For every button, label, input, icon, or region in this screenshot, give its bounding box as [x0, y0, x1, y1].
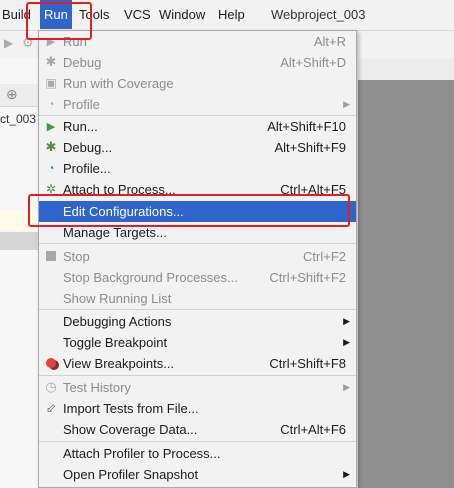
menu-item-debug[interactable]: ✱ Debug... Alt+Shift+F9: [39, 137, 356, 158]
menu-item-label: Attach Profiler to Process...: [63, 446, 221, 461]
import-icon: ⬃: [45, 401, 57, 415]
menu-window[interactable]: Window: [159, 0, 205, 29]
menu-item-run-with-coverage[interactable]: ▣ Run with Coverage: [39, 73, 356, 94]
menu-separator: [39, 375, 356, 376]
menu-item-shortcut: Alt+Shift+D: [280, 55, 346, 70]
menu-item-label: Show Coverage Data...: [63, 422, 198, 437]
menu-item-label: Show Running List: [63, 291, 172, 306]
run-icon: ▶: [46, 120, 56, 133]
menu-item-debug[interactable]: ✱ Debug Alt+Shift+D: [39, 52, 356, 73]
submenu-arrow-icon: ▶: [343, 316, 350, 326]
submenu-arrow-icon: ▶: [343, 99, 350, 109]
menu-item-label: Stop Background Processes...: [63, 270, 238, 285]
project-tree-selection: [0, 232, 40, 250]
menu-vcs[interactable]: VCS: [124, 0, 151, 29]
submenu-arrow-icon: ▶: [343, 469, 350, 479]
debug-icon: ✱: [45, 139, 57, 154]
profile-icon: ◔: [47, 97, 55, 111]
menu-item-stop[interactable]: Stop Ctrl+F2: [39, 246, 356, 267]
menu-item-label: Stop: [63, 249, 90, 264]
run-toolbar-icon[interactable]: ▶: [4, 36, 13, 50]
menu-item-run[interactable]: ▶ Run... Alt+Shift+F10: [39, 116, 356, 137]
run-menu-dropdown: ▶ Run Alt+R ✱ Debug Alt+Shift+D ▣ Run with Cove…: [38, 30, 357, 488]
menu-item-shortcut: Ctrl+F2: [303, 249, 346, 264]
menu-item-debugging-actions[interactable]: Debugging Actions ▶: [39, 311, 356, 332]
stop-icon: [43, 248, 59, 264]
menu-separator: [39, 243, 356, 244]
menu-separator: [39, 309, 356, 310]
menu-item-shortcut: Alt+Shift+F10: [267, 119, 346, 134]
coverage-icon: ▣: [45, 76, 57, 90]
menu-item-stop-background-processes[interactable]: Stop Background Processes... Ctrl+Shift+F…: [39, 267, 356, 288]
breakpoints-icon: [43, 355, 59, 371]
menu-item-shortcut: Ctrl+Shift+F2: [269, 270, 346, 285]
submenu-arrow-icon: ▶: [343, 337, 350, 347]
menu-item-label: View Breakpoints...: [63, 356, 175, 371]
debug-icon: ✱: [45, 54, 57, 69]
menu-item-label: Test History: [63, 380, 131, 395]
project-title: Webproject_003: [271, 7, 366, 22]
menu-item-test-history[interactable]: ◷ Test History ▶: [39, 377, 356, 398]
menu-item-import-tests-from-file[interactable]: ⬃ Import Tests from File...: [39, 398, 356, 419]
menu-item-profile[interactable]: ◔ Profile ▶: [39, 94, 356, 115]
target-icon[interactable]: ⊕: [6, 86, 18, 103]
profile-icon: ◔: [47, 161, 55, 175]
menu-item-label: Debugging Actions: [63, 314, 172, 329]
menu-item-label: Run with Coverage: [63, 76, 174, 91]
menu-item-shortcut: Alt+Shift+F9: [274, 140, 346, 155]
menu-item-label: Import Tests from File...: [63, 401, 199, 416]
menu-item-shortcut: Ctrl+Shift+F8: [269, 356, 346, 371]
menu-item-show-coverage-data[interactable]: Show Coverage Data... Ctrl+Alt+F6: [39, 419, 356, 440]
annotation-box-edit-configurations: [28, 194, 350, 227]
menu-separator: [39, 441, 356, 442]
menu-item-shortcut: Ctrl+Alt+F6: [280, 422, 346, 437]
submenu-arrow-icon: ▶: [343, 382, 350, 392]
menu-item-open-profiler-snapshot[interactable]: Open Profiler Snapshot ▶: [39, 464, 356, 485]
history-icon: ◷: [45, 379, 57, 394]
menu-item-label: Profile...: [63, 161, 111, 176]
menu-item-label: Profile: [63, 97, 100, 112]
menu-item-label: Open Profiler Snapshot: [63, 467, 199, 482]
editor-placeholder: [358, 80, 454, 488]
project-tree-label[interactable]: ct_003: [0, 112, 36, 126]
menu-help[interactable]: Help: [218, 0, 245, 29]
menu-item-label: Debug...: [63, 140, 113, 155]
menu-item-attach-profiler-to-process[interactable]: Attach Profiler to Process...: [39, 443, 356, 464]
annotation-box-run-menu: [26, 2, 92, 40]
editor-tab-strip: [358, 58, 454, 81]
project-panel-header: ⊕: [0, 84, 40, 107]
menu-item-label: Toggle Breakpoint: [63, 335, 168, 350]
menu-item-show-running-list[interactable]: Show Running List: [39, 288, 356, 309]
menu-item-label: Run...: [63, 119, 98, 134]
menu-item-shortcut: Alt+R: [313, 34, 346, 49]
menu-item-toggle-breakpoint[interactable]: Toggle Breakpoint ▶: [39, 332, 356, 353]
menu-item-label: Debug: [63, 55, 102, 70]
menu-item-view-breakpoints[interactable]: View Breakpoints... Ctrl+Shift+F8: [39, 353, 356, 374]
menu-item-profile[interactable]: ◔ Profile...: [39, 158, 356, 179]
